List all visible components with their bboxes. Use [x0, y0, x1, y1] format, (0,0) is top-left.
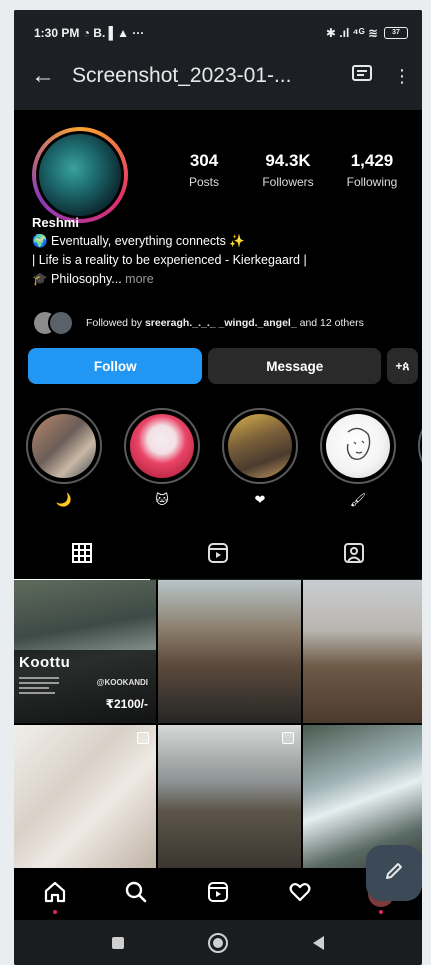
followed-by-text: Followed by sreeragh._._._ _wingd._angel… — [80, 317, 364, 330]
highlight-item[interactable]: ❤ — [222, 408, 298, 508]
highlight-item[interactable]: 🌙 — [26, 408, 102, 508]
viewer-toolbar: ← Screenshot_2023-01-... ⋮ — [14, 50, 422, 102]
pencil-icon — [383, 860, 405, 887]
reels-icon — [206, 880, 230, 909]
nav-activity[interactable] — [280, 874, 320, 914]
highlight-label — [418, 492, 422, 508]
post-overlay-title: Koottu — [19, 654, 71, 671]
followers-label: Followers — [262, 175, 314, 189]
profile-tabs — [14, 532, 422, 580]
status-time: 1:30 PM — [34, 26, 80, 40]
highlight-label: 🖌 — [349, 492, 367, 507]
bio-line-3: 🎓 Philosophy... more — [32, 270, 417, 289]
highlight-label: ❤ — [254, 492, 266, 507]
battery-icon: 37 — [384, 27, 408, 39]
nav-search[interactable] — [116, 874, 156, 914]
status-bar: 1:30 PM ◔ B. ▌▲ ··· ✱ .ıl ⁴ᴳ ≋ 37 — [34, 24, 408, 42]
tagged-icon — [343, 542, 365, 569]
mutual-avatar — [48, 310, 74, 336]
edit-fab[interactable] — [366, 845, 422, 901]
profile-bio: Reshmi 🌍 Eventually, everything connects… — [32, 213, 417, 289]
notification-dot — [379, 910, 384, 914]
home-icon — [43, 880, 67, 909]
followed-by-suffix: and 12 others — [296, 316, 364, 329]
followed-by-prefix: Followed by — [86, 316, 145, 329]
posts-grid: Koottu @KOOKANDI ₹2100/- — [14, 580, 422, 868]
posts-label: Posts — [188, 175, 219, 189]
story-highlights: 🌙 🐱 ❤ 🖌 — [14, 408, 422, 520]
post-text-overlay: Koottu @KOOKANDI ₹2100/- — [14, 650, 156, 723]
mutual-avatars — [32, 308, 80, 338]
status-right: ✱ .ıl ⁴ᴳ ≋ 37 — [326, 26, 408, 40]
message-button[interactable]: Message — [208, 348, 381, 384]
followers-count: 94.3K — [265, 151, 311, 170]
tab-posts-grid[interactable] — [14, 532, 150, 580]
post-overlay-price: ₹2100/- — [105, 697, 148, 711]
post-thumbnail[interactable] — [14, 725, 156, 868]
post-thumbnail[interactable] — [158, 725, 301, 868]
stat-following[interactable]: 1,429 Following — [330, 151, 414, 189]
profile-actions: Follow Message +ጰ — [28, 348, 418, 384]
status-left-icons: ◔ B. ▌▲ ··· — [82, 26, 145, 40]
image-viewer-header: 1:30 PM ◔ B. ▌▲ ··· ✱ .ıl ⁴ᴳ ≋ 37 ← Scre… — [14, 10, 422, 110]
tab-tagged[interactable] — [286, 532, 422, 579]
bio-line-3-text: 🎓 Philosophy... — [32, 272, 122, 286]
profile-stats: 304 Posts 94.3K Followers 1,429 Followin… — [162, 151, 414, 189]
following-count: 1,429 — [350, 151, 394, 170]
phone-screen: 1:30 PM ◔ B. ▌▲ ··· ✱ .ıl ⁴ᴳ ≋ 37 ← Scre… — [14, 10, 422, 965]
stat-posts[interactable]: 304 Posts — [162, 151, 246, 189]
bio-line-1: 🌍 Eventually, everything connects ✨ — [32, 234, 245, 248]
multi-photo-icon — [282, 732, 294, 744]
following-label: Following — [346, 175, 398, 189]
suggested-people-button[interactable]: +ጰ — [386, 348, 418, 384]
highlight-item[interactable] — [418, 408, 422, 508]
highlight-photo — [228, 414, 292, 478]
viewer-title: Screenshot_2023-01-... — [72, 64, 292, 87]
highlight-photo — [130, 414, 194, 478]
post-thumbnail[interactable] — [303, 580, 422, 723]
notification-dot — [52, 910, 57, 914]
heart-icon — [288, 880, 312, 909]
profile-name: Reshmi — [32, 215, 79, 230]
avatar[interactable] — [32, 127, 128, 223]
message-icon[interactable] — [342, 64, 382, 88]
highlight-label: 🐱 — [155, 492, 169, 507]
followed-by-names: sreeragh._._._ _wingd._angel_ — [144, 316, 297, 329]
reels-icon — [207, 542, 229, 569]
back-icon[interactable] — [312, 935, 324, 950]
followed-by[interactable]: Followed by sreeragh._._._ _wingd._angel… — [32, 306, 417, 340]
follow-button[interactable]: Follow — [28, 348, 203, 384]
bottom-navigation — [14, 868, 422, 920]
signal-icons: ✱ .ıl ⁴ᴳ ≋ — [325, 26, 378, 40]
stat-followers[interactable]: 94.3K Followers — [246, 151, 330, 189]
avatar-photo — [39, 134, 121, 216]
arrow-left-icon[interactable]: ← — [14, 62, 72, 90]
highlight-item[interactable]: 🐱 — [124, 408, 200, 508]
system-navigation — [14, 920, 422, 965]
profile-header: 304 Posts 94.3K Followers 1,429 Followin… — [14, 115, 422, 223]
grid-icon — [71, 542, 93, 569]
recents-icon[interactable] — [112, 936, 125, 949]
highlight-photo — [326, 414, 390, 478]
highlight-item[interactable]: 🖌 — [320, 408, 396, 508]
post-thumbnail[interactable] — [158, 580, 301, 723]
bio-line-2: | Life is a reality to be experienced - … — [32, 253, 307, 267]
home-button-icon[interactable] — [208, 932, 229, 953]
post-overlay-tag: @KOOKANDI — [96, 678, 148, 687]
post-thumbnail[interactable]: Koottu @KOOKANDI ₹2100/- — [14, 580, 156, 723]
multi-photo-icon — [137, 732, 149, 744]
bio-more-link[interactable]: more — [122, 272, 153, 286]
highlight-label: 🌙 — [55, 492, 73, 507]
tab-reels[interactable] — [150, 532, 286, 579]
status-left: 1:30 PM ◔ B. ▌▲ ··· — [34, 26, 144, 40]
nav-home[interactable] — [35, 874, 75, 914]
nav-reels[interactable] — [198, 874, 238, 914]
more-vertical-icon[interactable]: ⋮ — [382, 66, 422, 87]
search-icon — [124, 880, 148, 909]
posts-count: 304 — [189, 151, 219, 170]
highlight-photo — [32, 414, 96, 478]
